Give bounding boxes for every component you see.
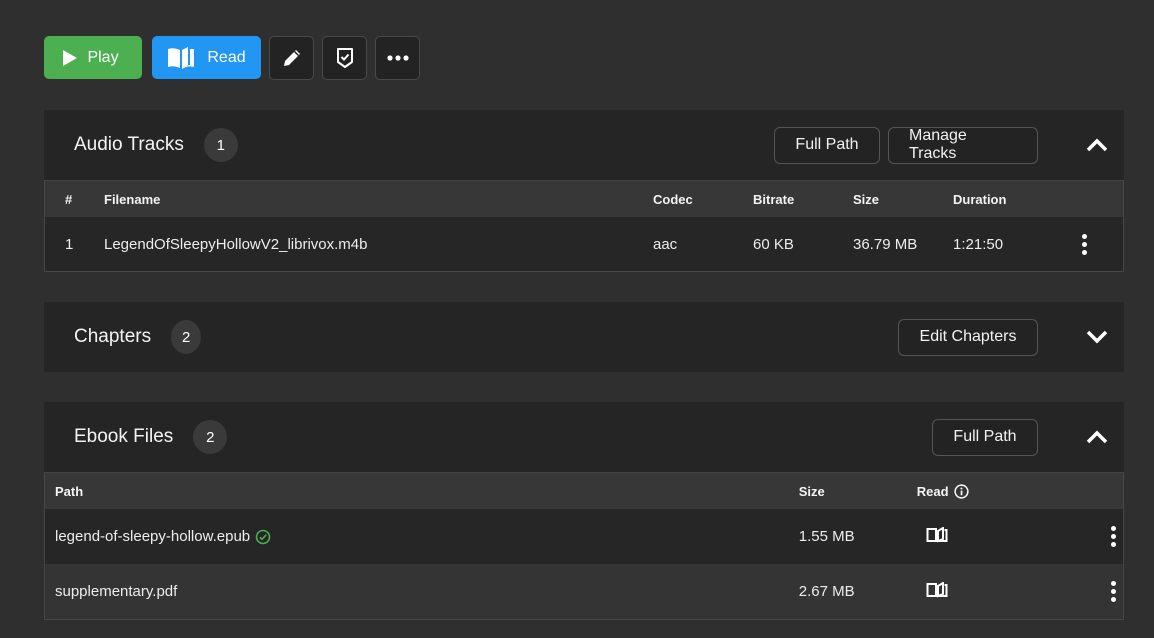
track-filename: LegendOfSleepyHollowV2_librivox.m4b [104,235,368,253]
section-title: Chapters [74,326,152,347]
count-badge: 2 [171,320,202,354]
collapse-button[interactable] [1062,110,1132,180]
col-duration: Duration [953,191,1007,207]
edit-button[interactable] [269,36,314,80]
play-button[interactable]: Play [44,36,142,79]
pencil-icon [283,50,300,66]
full-path-button[interactable]: Full Path [774,126,880,164]
check-circle-icon [255,529,271,544]
col-read: Read [917,473,1045,509]
more-vertical-icon[interactable] [1103,526,1123,547]
col-codec: Codec [653,191,693,207]
track-bitrate: 60 KB [753,235,794,253]
ebook-files-header[interactable]: Ebook Files 2 Full Path [44,402,1124,472]
expand-button[interactable] [1062,302,1132,372]
chevron-down-icon [1086,330,1108,344]
read-label: Read [207,48,246,66]
col-filename: Filename [104,191,161,207]
audio-tracks-section: Audio Tracks 1 Full Path Manage Tracks #… [44,110,1124,272]
ebook-files-section: Ebook Files 2 Full Path Path Size Read l… [44,402,1124,620]
chevron-up-icon [1086,138,1108,152]
edit-chapters-button[interactable]: Edit Chapters [898,318,1038,356]
ebook-path: legend-of-sleepy-hollow.epub [55,528,251,545]
ebook-size: 1.55 MB [798,528,855,545]
section-title: Audio Tracks [74,134,184,155]
track-duration: 1:21:50 [953,235,1004,253]
more-vertical-icon[interactable] [1103,581,1123,602]
table-row: 1 LegendOfSleepyHollowV2_librivox.m4b aa… [45,217,1123,271]
more-vertical-icon[interactable] [1074,233,1094,255]
table-row: supplementary.pdf 2.67 MB [45,564,1123,619]
full-path-button[interactable]: Full Path [932,418,1038,456]
chapters-header[interactable]: Chapters 2 Edit Chapters [44,302,1124,372]
play-icon [63,49,78,66]
track-size: 36.79 MB [853,235,918,253]
track-codec: aac [653,235,678,253]
shield-check-icon [336,48,353,68]
collapse-button[interactable] [1062,402,1132,472]
more-button[interactable] [375,36,420,80]
ebook-size: 2.67 MB [798,583,855,600]
col-path: Path [55,483,84,499]
col-actions [1045,473,1123,509]
audio-tracks-header[interactable]: Audio Tracks 1 Full Path Manage Tracks [44,110,1124,180]
open-book-icon[interactable] [926,580,948,598]
manage-tracks-button[interactable]: Manage Tracks [888,126,1038,164]
col-size: Size [798,483,825,499]
count-badge: 2 [193,420,228,454]
item-toolbar: Play Read [44,36,420,80]
open-book-icon [168,46,195,69]
ebook-files-table: Path Size Read legend-of-sleepy-hollow.e… [45,473,1123,619]
col-actions [1063,181,1123,217]
chevron-up-icon [1086,430,1108,444]
col-read-label: Read [916,483,949,499]
count-badge: 1 [203,128,238,162]
play-label: Play [87,48,119,66]
ebook-path: supplementary.pdf [55,583,178,600]
read-button[interactable]: Read [152,36,261,79]
col-index: # [65,191,73,207]
col-size: Size [853,191,880,207]
section-title: Ebook Files [74,426,174,447]
track-index: 1 [65,235,74,253]
table-row: legend-of-sleepy-hollow.epub 1.55 MB [45,509,1123,564]
info-icon[interactable] [953,483,969,499]
chapters-section: Chapters 2 Edit Chapters [44,302,1124,372]
col-bitrate: Bitrate [753,191,795,207]
open-book-icon[interactable] [926,525,948,543]
audio-tracks-table: # Filename Codec Bitrate Size Duration 1… [45,181,1123,271]
match-button[interactable] [322,36,367,80]
more-horizontal-icon [386,55,409,61]
